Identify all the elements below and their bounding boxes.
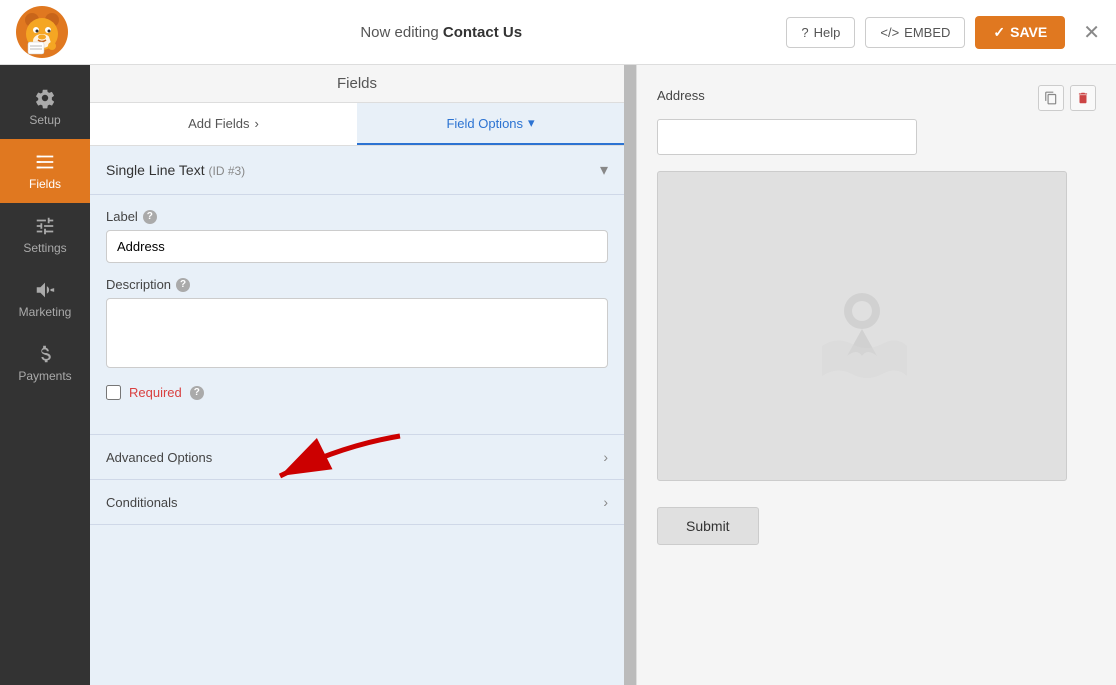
help-question-icon: ?	[801, 25, 808, 40]
editing-prefix: Now editing	[360, 24, 443, 41]
advanced-options-label: Advanced Options	[106, 450, 212, 465]
preview-panel: Address	[636, 65, 1116, 685]
conditionals-label: Conditionals	[106, 495, 178, 510]
panel-content: Single Line Text (ID #3) ▾ Label ?	[90, 146, 624, 685]
sidebar: Setup Fields Settings Marketing Payments	[0, 65, 90, 685]
preview-address-input	[657, 119, 917, 155]
panel-splitter[interactable]	[624, 65, 636, 685]
description-info-icon[interactable]: ?	[176, 278, 190, 292]
sidebar-item-fields[interactable]: Fields	[0, 139, 90, 203]
logo-icon	[16, 6, 68, 58]
copy-field-button[interactable]	[1038, 85, 1064, 111]
sidebar-marketing-label: Marketing	[19, 305, 72, 319]
save-button[interactable]: ✓ SAVE	[975, 16, 1065, 49]
top-actions: ? Help </> EMBED ✓ SAVE ✕	[786, 16, 1100, 49]
preview-address-group: Address	[657, 85, 1096, 155]
copy-icon	[1044, 91, 1058, 105]
delete-icon	[1076, 91, 1090, 105]
tab-add-fields[interactable]: Add Fields ›	[90, 103, 357, 145]
label-info-icon[interactable]: ?	[143, 210, 157, 224]
gear-icon	[34, 87, 56, 109]
main-layout: Setup Fields Settings Marketing Payments…	[0, 65, 1116, 685]
preview-submit-area: Submit	[657, 497, 1096, 545]
preview-map-container	[657, 171, 1067, 481]
tab-bar: Add Fields › Field Options ▾	[90, 103, 624, 146]
sidebar-fields-label: Fields	[29, 177, 61, 191]
submit-button[interactable]: Submit	[657, 507, 759, 545]
required-label: Required	[129, 385, 182, 400]
label-row: Label ?	[106, 209, 608, 263]
field-options-chevron: ▾	[528, 115, 535, 131]
top-center-text: Now editing Contact Us	[96, 24, 786, 41]
sidebar-setup-label: Setup	[29, 113, 60, 127]
sidebar-item-marketing[interactable]: Marketing	[0, 267, 90, 331]
preview-actions	[1038, 85, 1096, 111]
field-id: (ID #3)	[208, 164, 245, 178]
fields-header: Fields	[90, 65, 624, 103]
logo-area	[16, 6, 96, 58]
required-row: Required ?	[106, 385, 608, 400]
sidebar-settings-label: Settings	[23, 241, 66, 255]
field-type-header[interactable]: Single Line Text (ID #3) ▾	[90, 146, 624, 195]
embed-button[interactable]: </> EMBED	[865, 17, 965, 48]
megaphone-icon	[34, 279, 56, 301]
form-name: Contact Us	[443, 24, 522, 41]
dollar-icon	[34, 343, 56, 365]
field-type-title: Single Line Text (ID #3)	[106, 162, 245, 178]
help-button[interactable]: ? Help	[786, 17, 855, 48]
sidebar-item-setup[interactable]: Setup	[0, 75, 90, 139]
map-placeholder-icon	[802, 266, 922, 386]
close-button[interactable]: ✕	[1083, 20, 1100, 45]
advanced-options-section[interactable]: Advanced Options ›	[90, 435, 624, 480]
preview-address-label: Address	[657, 88, 705, 103]
sidebar-item-settings[interactable]: Settings	[0, 203, 90, 267]
add-fields-label: Add Fields	[188, 116, 249, 131]
checkmark-icon: ✓	[993, 24, 1005, 41]
sidebar-payments-label: Payments	[18, 369, 71, 383]
advanced-options-chevron-icon: ›	[603, 449, 608, 465]
field-type-chevron-icon: ▾	[600, 160, 608, 180]
description-textarea[interactable]	[106, 298, 608, 368]
tab-field-options[interactable]: Field Options ▾	[357, 103, 624, 145]
conditionals-chevron-icon: ›	[603, 494, 608, 510]
add-fields-chevron: ›	[255, 116, 259, 131]
required-checkbox[interactable]	[106, 385, 121, 400]
delete-field-button[interactable]	[1070, 85, 1096, 111]
sliders-icon	[34, 215, 56, 237]
label-input[interactable]	[106, 230, 608, 263]
field-options-label: Field Options	[446, 116, 523, 131]
conditionals-section[interactable]: Conditionals ›	[90, 480, 624, 525]
top-bar: Now editing Contact Us ? Help </> EMBED …	[0, 0, 1116, 65]
description-field-label: Description ?	[106, 277, 608, 292]
fields-icon	[34, 151, 56, 173]
description-row: Description ?	[106, 277, 608, 371]
fields-section: Fields Add Fields › Field Options ▾ Sing…	[90, 65, 624, 685]
label-field-label: Label ?	[106, 209, 608, 224]
required-info-icon[interactable]: ?	[190, 386, 204, 400]
form-section: Label ? Description ? Required	[90, 195, 624, 428]
embed-code-icon: </>	[880, 25, 899, 40]
sidebar-item-payments[interactable]: Payments	[0, 331, 90, 395]
